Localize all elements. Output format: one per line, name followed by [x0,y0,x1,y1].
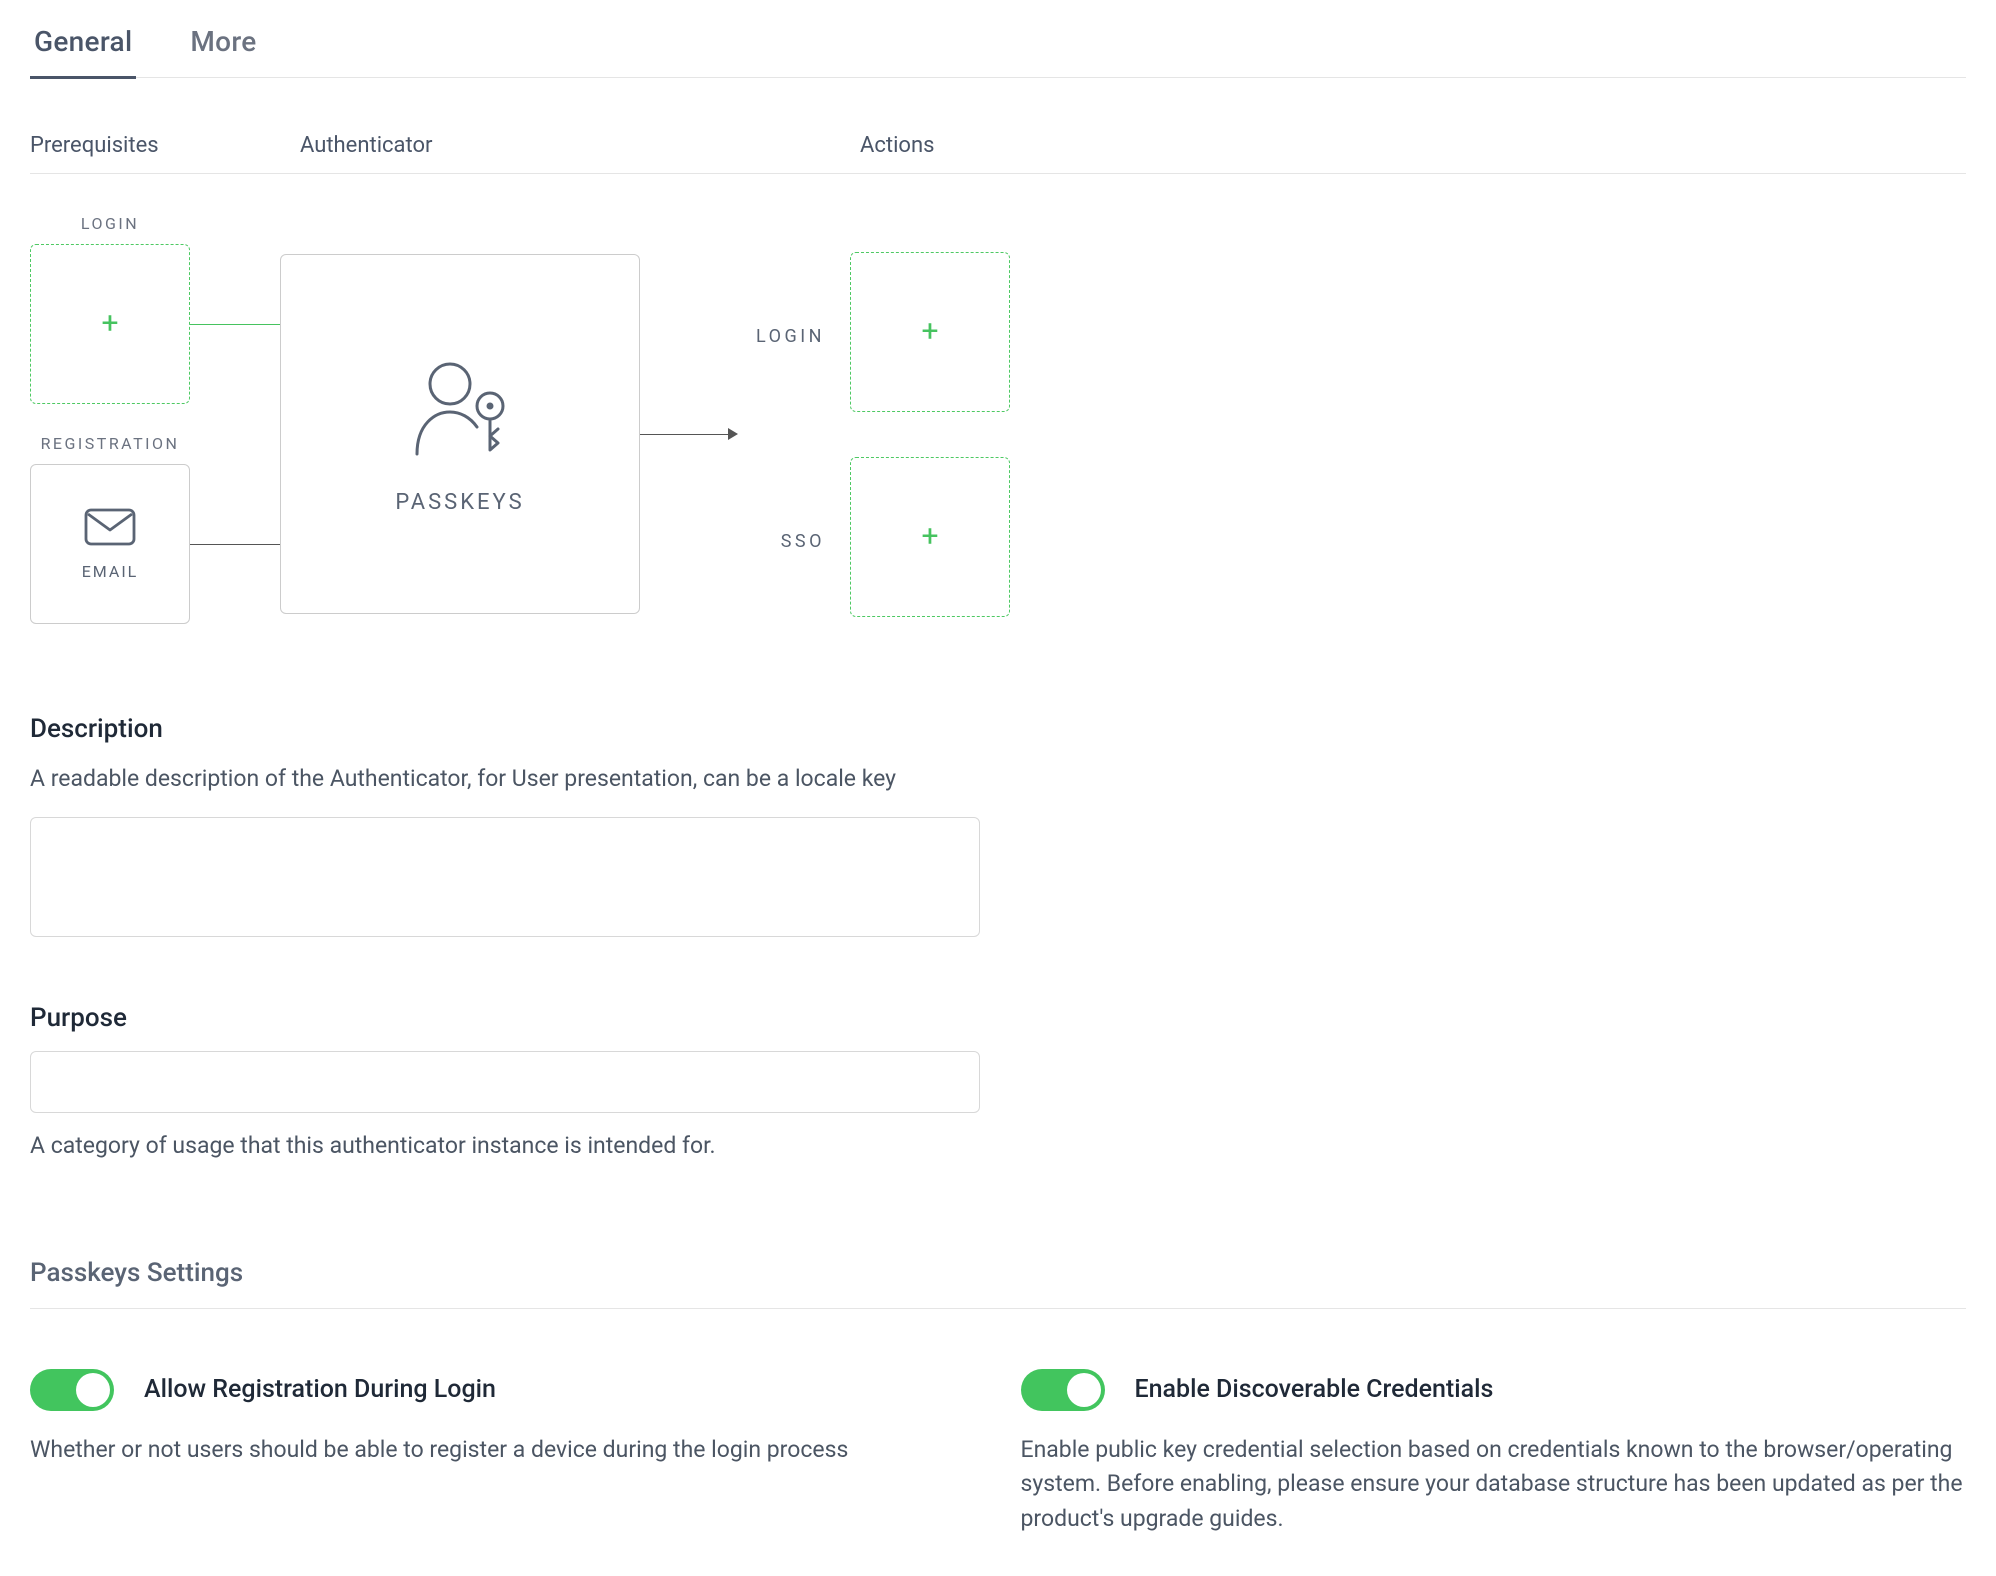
prereq-registration-email-box[interactable]: EMAIL [30,464,190,624]
toggle-title: Enable Discoverable Credentials [1135,1375,1494,1404]
prereq-login-add-box[interactable]: + [30,244,190,404]
description-heading: Description [30,714,1966,744]
prereq-registration-label: REGISTRATION [30,434,190,453]
purpose-input[interactable] [30,1051,980,1113]
purpose-heading: Purpose [30,1003,1966,1033]
plus-icon: + [921,522,938,552]
connector-line [640,434,730,435]
action-sso-label: SSO [715,531,825,552]
toggle-switch-allow-registration[interactable] [30,1369,114,1411]
action-login-add-box[interactable]: + [850,252,1010,412]
prereq-registration-caption: EMAIL [82,562,139,581]
prereq-login-label: LOGIN [30,214,190,233]
tab-general[interactable]: General [30,15,136,79]
arrowhead-icon [728,428,738,440]
toggle-title: Allow Registration During Login [144,1375,496,1404]
col-header-prerequisites: Prerequisites [30,133,300,158]
col-header-authenticator: Authenticator [300,133,860,158]
purpose-help: A category of usage that this authentica… [30,1129,1966,1162]
action-login-label: LOGIN [715,326,825,347]
plus-icon: + [921,317,938,347]
plus-icon: + [101,309,118,339]
toggles-row: Allow Registration During Login Whether … [30,1369,1966,1537]
connector-line [190,324,280,325]
tabs: General More [30,15,1966,78]
toggle-switch-discoverable-credentials[interactable] [1021,1369,1105,1411]
toggle-discoverable-credentials: Enable Discoverable Credentials Enable p… [1021,1369,1967,1537]
toggle-allow-registration: Allow Registration During Login Whether … [30,1369,976,1537]
description-help: A readable description of the Authentica… [30,762,1966,795]
passkey-icon [405,354,515,465]
email-icon [84,508,136,552]
tab-more[interactable]: More [186,15,260,79]
action-sso-add-box[interactable]: + [850,457,1010,617]
toggle-desc: Whether or not users should be able to r… [30,1433,976,1468]
passkeys-settings-heading: Passkeys Settings [30,1258,1966,1309]
description-input[interactable] [30,817,980,937]
connector-line [190,544,280,545]
flow-diagram: LOGIN + REGISTRATION EMAIL PASSKEYS [30,204,1966,654]
col-header-actions: Actions [860,133,1966,158]
diagram-column-headers: Prerequisites Authenticator Actions [30,133,1966,174]
authenticator-label: PASSKEYS [395,490,524,515]
authenticator-passkeys-box[interactable]: PASSKEYS [280,254,640,614]
toggle-desc: Enable public key credential selection b… [1021,1433,1967,1537]
